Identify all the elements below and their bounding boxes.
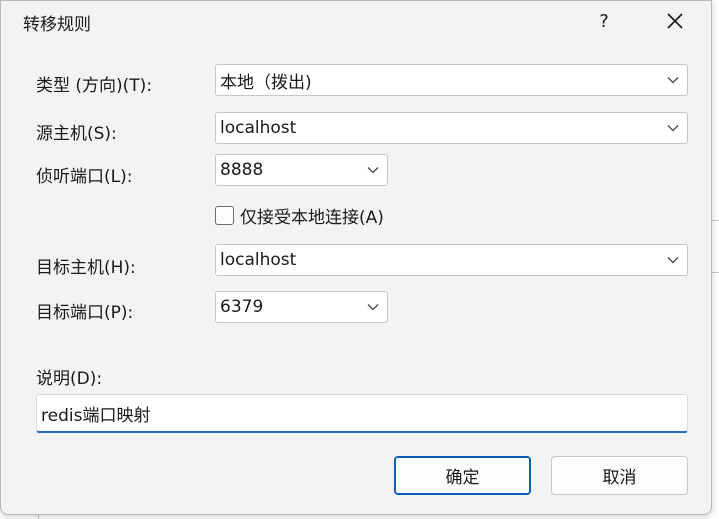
close-icon [667,13,683,29]
ok-button-label: 确定 [445,468,480,488]
target-host-label: 目标主机(H): [36,258,136,278]
background-divider [712,272,719,273]
background-divider [712,220,719,221]
dialog-title: 转移规则 [23,15,91,35]
chevron-down-icon [659,113,687,143]
type-label: 类型 (方向)(T): [36,76,153,96]
local-only-label: 仅接受本地连接(A) [240,207,384,228]
description-value: redis端口映射 [41,405,151,426]
target-host-combobox[interactable]: localhost [215,244,688,276]
close-button[interactable] [651,5,699,37]
type-value: 本地（拨出) [220,72,312,93]
source-host-label: 源主机(S): [36,124,117,144]
ok-button[interactable]: 确定 [394,456,531,495]
cancel-button[interactable]: 取消 [551,456,688,495]
description-input[interactable]: redis端口映射 [36,394,688,433]
local-only-checkbox-row[interactable]: 仅接受本地连接(A) [215,204,384,228]
type-select[interactable]: 本地（拨出) [215,64,688,96]
source-host-combobox[interactable]: localhost [215,112,688,144]
source-host-value: localhost [220,118,297,138]
target-port-value: 6379 [220,297,264,317]
help-icon: ? [599,10,609,32]
description-label: 说明(D): [36,369,103,389]
title-bar: 转移规则 ? [1,1,711,41]
listen-port-label: 侦听端口(L): [36,167,133,187]
chevron-down-icon [659,65,687,95]
target-port-label: 目标端口(P): [36,303,134,323]
listen-port-combobox[interactable]: 8888 [215,154,388,186]
forwarding-rule-dialog: 转移规则 ? 类型 (方向)(T): 本地（拨出) 源主机(S): localh… [0,0,712,515]
help-button[interactable]: ? [581,5,627,37]
chevron-down-icon [359,292,387,322]
target-host-value: localhost [220,250,297,270]
cancel-button-label: 取消 [602,468,637,488]
listen-port-value: 8888 [220,160,264,180]
chevron-down-icon [359,155,387,185]
target-port-combobox[interactable]: 6379 [215,291,388,323]
local-only-checkbox[interactable] [215,205,234,225]
chevron-down-icon [659,245,687,275]
